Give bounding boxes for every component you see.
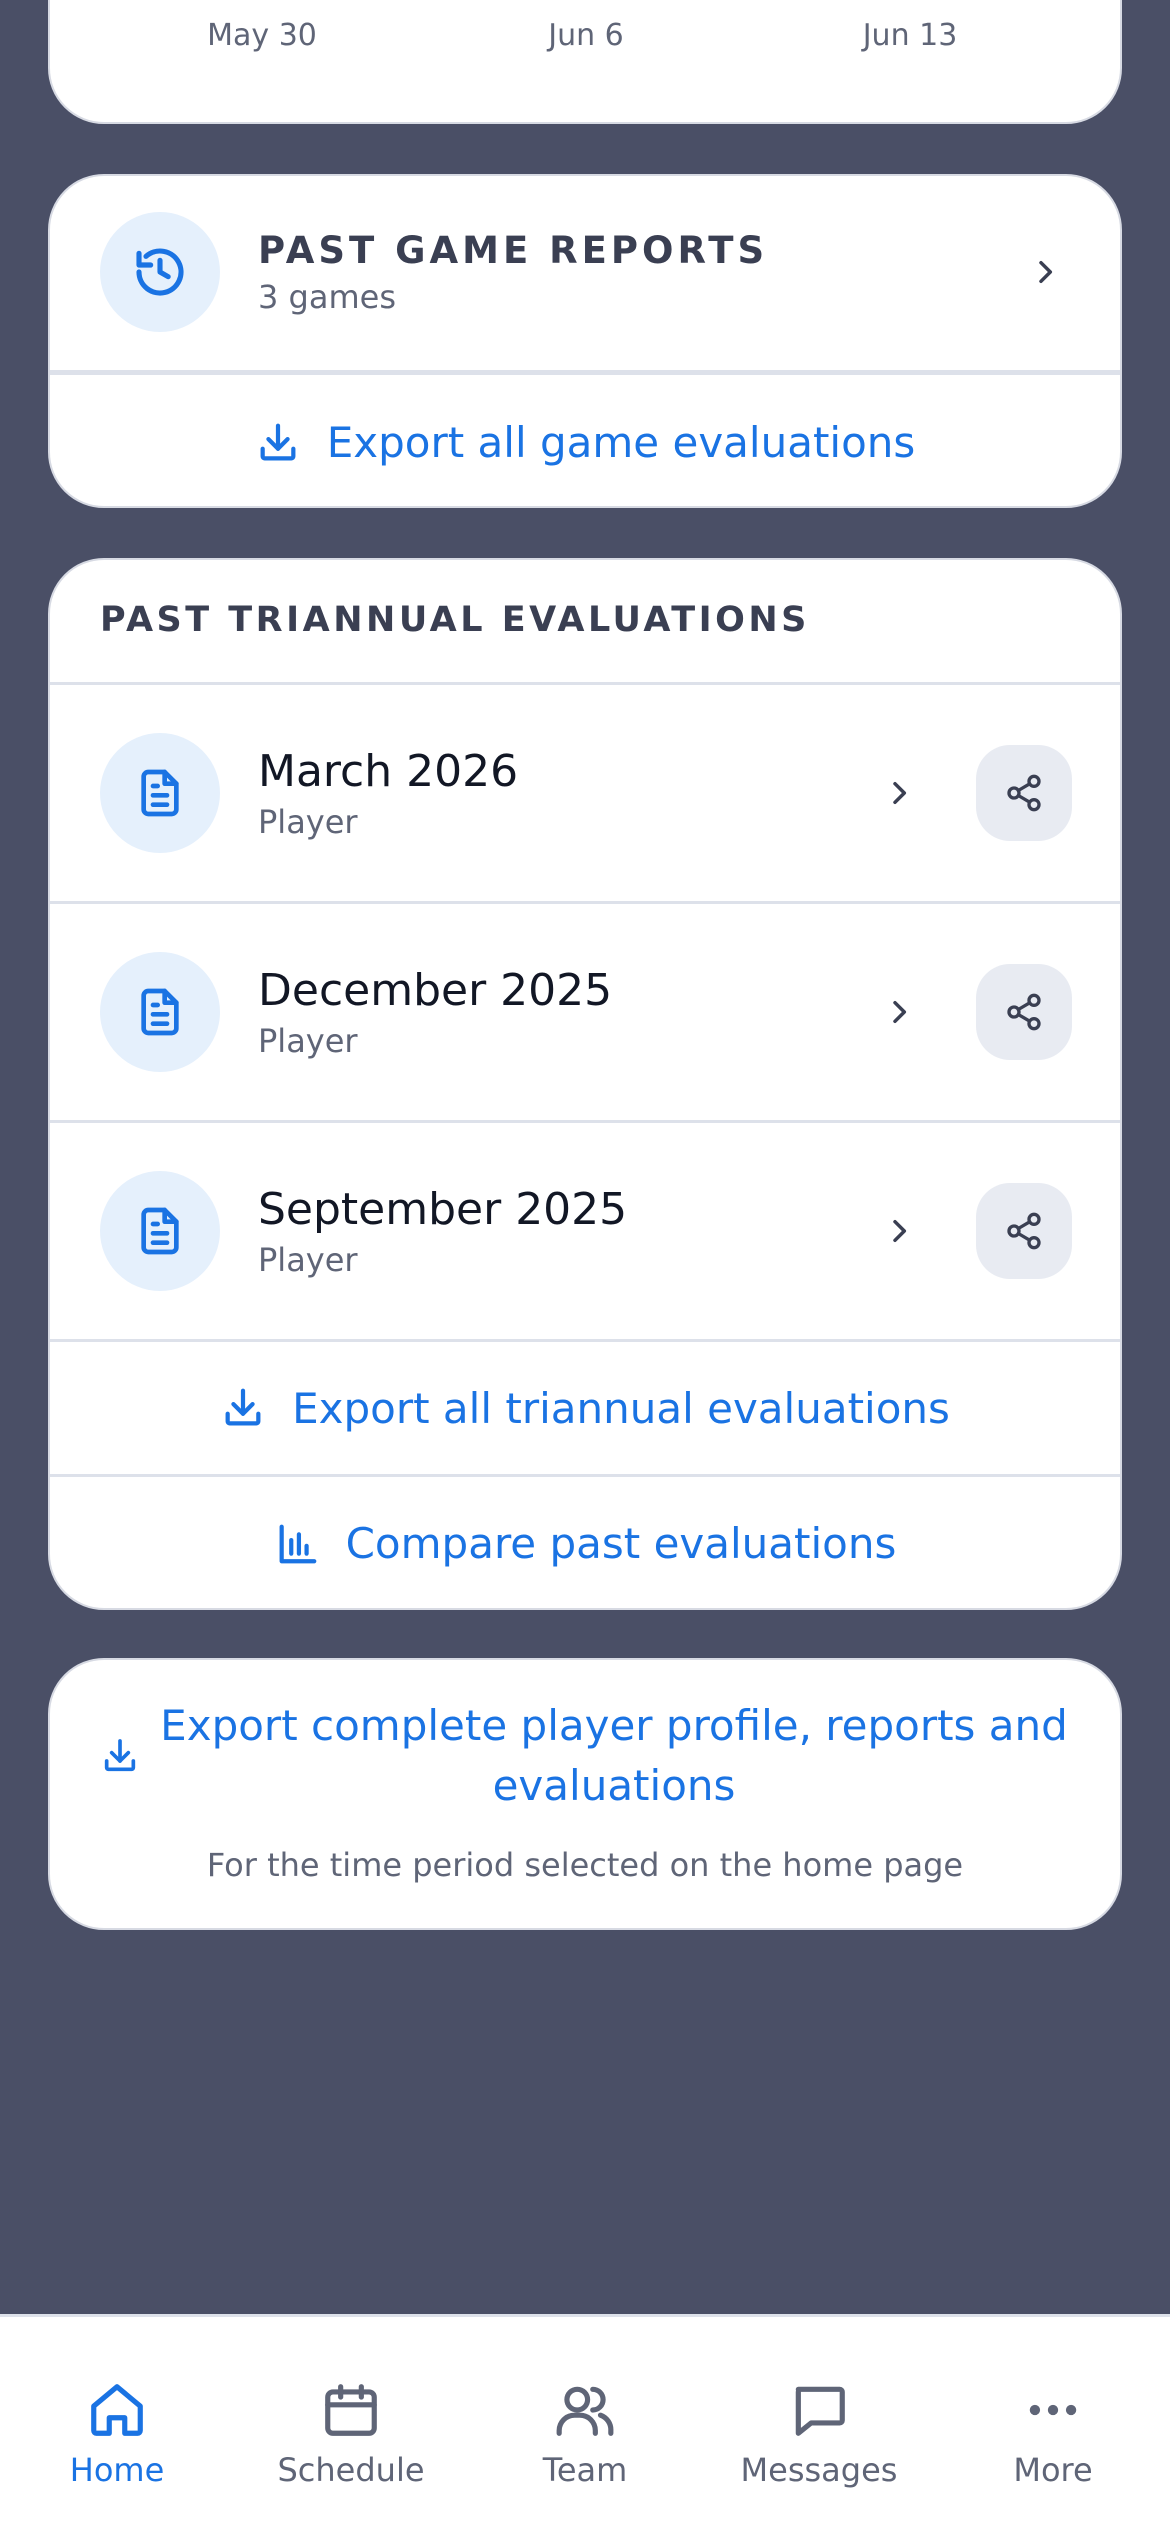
nav-home[interactable]: Home <box>0 2317 234 2532</box>
nav-more-label: More <box>1013 2451 1093 2489</box>
evaluation-subtitle: Player <box>258 1240 358 1279</box>
evaluation-title: September 2025 <box>258 1183 628 1235</box>
share-icon <box>1007 774 1041 812</box>
more-icon <box>1029 2404 1077 2416</box>
users-icon <box>556 2386 614 2436</box>
past-game-reports-title: PAST GAME REPORTS <box>258 228 769 272</box>
triannual-evaluations-card: PAST TRIANNUAL EVALUATIONS March 2026 Pl… <box>48 558 1122 1610</box>
x-tick-label: May 30 <box>207 18 317 53</box>
message-icon <box>795 2386 845 2436</box>
nav-messages-label: Messages <box>740 2451 898 2489</box>
nav-schedule-label: Schedule <box>277 2451 425 2489</box>
share-icon <box>1007 1212 1041 1250</box>
export-profile-label: Export complete player profile, reports … <box>160 1701 1068 1810</box>
export-profile-note: For the time period selected on the home… <box>206 1846 964 1884</box>
export-profile-card: Export complete player profile, reports … <box>48 1658 1122 1930</box>
page: May 30 Jun 6 Jun 13 PAST GAME REPORTS 3 … <box>0 0 1170 2532</box>
past-game-reports-row[interactable]: PAST GAME REPORTS 3 games <box>50 212 1120 332</box>
evaluation-row[interactable]: September 2025 Player <box>50 1123 1120 1339</box>
export-game-evaluations-label: Export all game evaluations <box>326 418 916 467</box>
compare-evaluations-button[interactable]: Compare past evaluations <box>50 1477 1120 1608</box>
history-icon <box>100 212 220 332</box>
nav-schedule[interactable]: Schedule <box>234 2317 468 2532</box>
share-button[interactable] <box>976 745 1072 841</box>
compare-evaluations-label: Compare past evaluations <box>345 1519 897 1568</box>
calendar-icon <box>325 2384 377 2436</box>
chevron-right-icon <box>1020 247 1070 297</box>
chevron-right-icon <box>874 1206 924 1256</box>
past-game-reports-text: PAST GAME REPORTS 3 games <box>258 229 1020 316</box>
nav-messages[interactable]: Messages <box>702 2317 936 2532</box>
home-icon <box>91 2384 143 2436</box>
chart-x-axis: May 30 Jun 6 Jun 13 <box>50 18 1120 68</box>
download-icon <box>104 1739 136 1772</box>
x-tick-label: Jun 13 <box>862 18 958 53</box>
evaluation-text: September 2025 Player <box>258 1184 874 1279</box>
past-game-reports-card: PAST GAME REPORTS 3 games Export all gam… <box>48 174 1122 508</box>
evaluation-text: December 2025 Player <box>258 965 874 1060</box>
nav-team-label: Team <box>542 2451 628 2489</box>
export-profile-button[interactable]: Export complete player profile, reports … <box>100 1696 1070 1816</box>
evaluation-subtitle: Player <box>258 802 358 841</box>
download-icon <box>225 1388 261 1426</box>
bottom-nav: Home Schedule Team Messages More <box>0 2314 1170 2532</box>
nav-home-label: Home <box>69 2451 165 2489</box>
share-button[interactable] <box>976 1183 1072 1279</box>
chevron-right-icon <box>874 987 924 1037</box>
evaluation-row[interactable]: March 2026 Player <box>50 685 1120 901</box>
share-button[interactable] <box>976 964 1072 1060</box>
share-icon <box>1007 993 1041 1031</box>
evaluation-title: March 2026 <box>258 745 519 797</box>
document-icon <box>100 952 220 1072</box>
document-icon <box>100 1171 220 1291</box>
nav-team[interactable]: Team <box>468 2317 702 2532</box>
export-triannual-evaluations-button[interactable]: Export all triannual evaluations <box>50 1342 1120 1474</box>
activity-chart-card: May 30 Jun 6 Jun 13 <box>48 0 1122 124</box>
x-tick-label: Jun 6 <box>548 18 624 53</box>
chevron-right-icon <box>874 768 924 818</box>
export-triannual-evaluations-label: Export all triannual evaluations <box>292 1383 950 1433</box>
export-game-evaluations-button[interactable]: Export all game evaluations <box>50 375 1120 506</box>
nav-more[interactable]: More <box>936 2317 1170 2532</box>
evaluation-subtitle: Player <box>258 1021 358 1060</box>
document-icon <box>100 733 220 853</box>
past-game-reports-count: 3 games <box>258 277 396 316</box>
section-title: PAST TRIANNUAL EVALUATIONS <box>100 600 810 640</box>
evaluation-row[interactable]: December 2025 Player <box>50 904 1120 1120</box>
evaluation-title: December 2025 <box>258 964 613 1016</box>
bar-chart-icon <box>279 1524 316 1563</box>
evaluation-text: March 2026 Player <box>258 746 874 841</box>
download-icon <box>260 423 296 460</box>
